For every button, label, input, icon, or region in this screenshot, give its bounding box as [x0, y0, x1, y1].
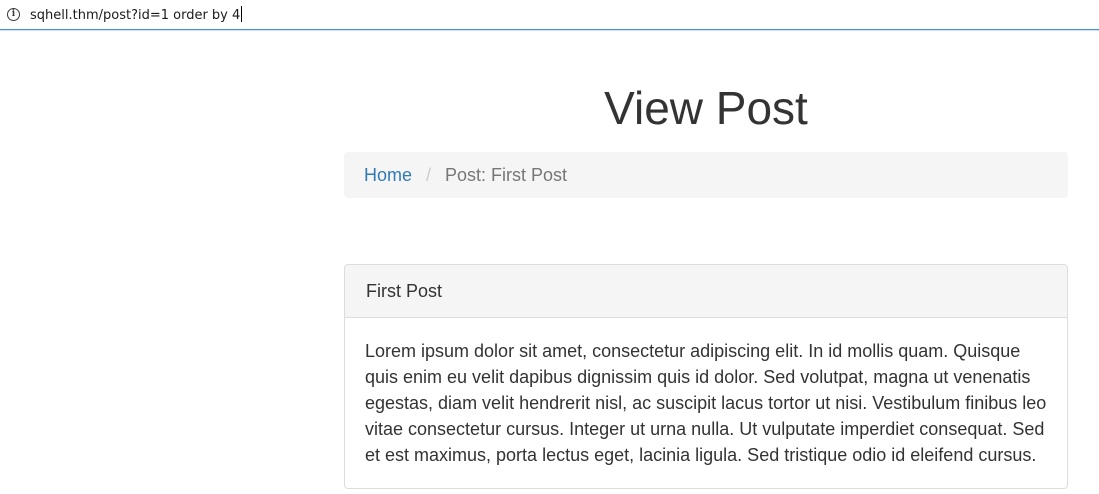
breadcrumb-home-link[interactable]: Home [364, 165, 412, 186]
address-bar[interactable]: i sqhell.thm/post?id=1 order by 4 [0, 0, 1099, 30]
breadcrumb-separator: / [426, 164, 432, 185]
breadcrumb: Home / Post: First Post [344, 152, 1068, 198]
url-input[interactable]: sqhell.thm/post?id=1 order by 4 [30, 6, 243, 23]
url-text: sqhell.thm/post?id=1 order by 4 [30, 8, 241, 23]
info-icon[interactable]: i [7, 8, 20, 21]
text-caret [241, 6, 243, 22]
post-panel: First Post Lorem ipsum dolor sit amet, c… [344, 264, 1068, 489]
breadcrumb-current: Post: First Post [445, 164, 568, 185]
page-title: View Post [604, 82, 808, 134]
post-body: Lorem ipsum dolor sit amet, consectetur … [365, 341, 1047, 465]
post-title: First Post [345, 265, 1067, 318]
